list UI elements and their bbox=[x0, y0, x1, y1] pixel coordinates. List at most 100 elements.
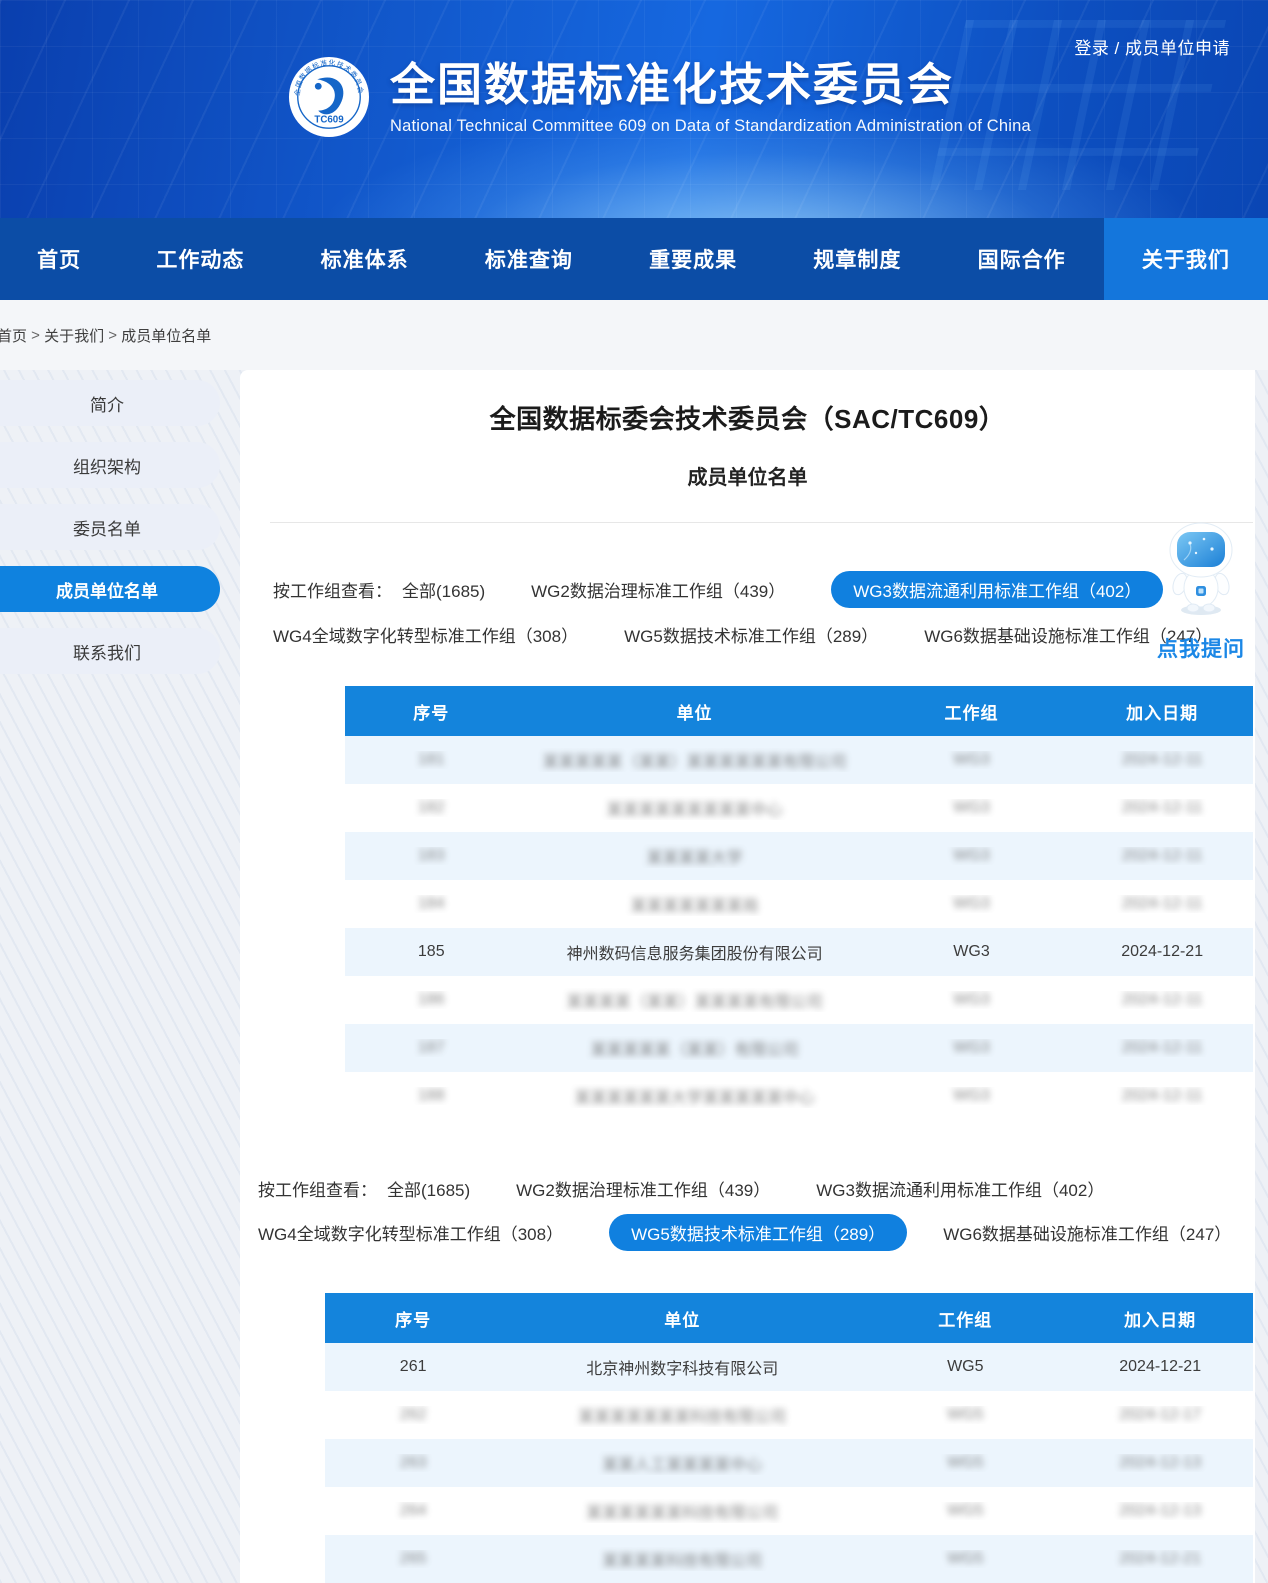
nav-item-1[interactable]: 工作动态 bbox=[118, 218, 282, 300]
cell-wg: WG5 bbox=[863, 1358, 1067, 1376]
cell-unit: 某某某某科技有限公司 bbox=[501, 1547, 863, 1571]
sections: 按工作组查看： 全部(1685) WG2数据治理标准工作组（439） WG3数据流通利… bbox=[240, 571, 1255, 1583]
breadcrumb-item-0[interactable]: 首页 bbox=[0, 325, 27, 346]
sidebar-item-3[interactable]: 成员单位名单 bbox=[0, 566, 220, 612]
filter-option[interactable]: 全部(1685) bbox=[402, 577, 485, 602]
logo-tc609-text: TC609 bbox=[314, 114, 344, 125]
cell-seq: 182 bbox=[345, 799, 518, 817]
nav-item-6[interactable]: 国际合作 bbox=[940, 218, 1104, 300]
cell-text: 某某某某某某某科技有限公司 bbox=[578, 1409, 786, 1426]
member-table-0: 序号单位工作组加入日期181某某某某某（某某）某某某某某某有限公司WG32024… bbox=[345, 686, 1253, 1120]
cell-date: 2024-12-21 bbox=[1067, 1550, 1253, 1568]
filter-option[interactable]: WG4全域数字化转型标准工作组（308） bbox=[258, 1220, 563, 1245]
cell-text: 某某某某（某某）某某某某有限公司 bbox=[567, 994, 823, 1011]
cell-text: 181 bbox=[418, 751, 445, 768]
table-row: 262某某某某某某某科技有限公司WG52024-12-17 bbox=[325, 1391, 1253, 1439]
sidebar-item-0[interactable]: 简介 bbox=[0, 380, 220, 426]
cell-text: 2024-12-11 bbox=[1122, 847, 1203, 864]
login-link[interactable]: 登录 / 成员单位申请 bbox=[1074, 34, 1230, 59]
filter-row-2: WG4全域数字化转型标准工作组（308） WG5数据技术标准工作组（289） WG6… bbox=[258, 1214, 1255, 1251]
cell-unit: 某某某某某某科技有限公司 bbox=[501, 1499, 863, 1523]
cell-text: 某某某某某（某某）某某某某某某有限公司 bbox=[543, 754, 847, 771]
filter-option[interactable]: WG3数据流通利用标准工作组（402） bbox=[816, 1176, 1104, 1201]
nav-item-0[interactable]: 首页 bbox=[0, 218, 118, 300]
breadcrumb-separator: > bbox=[27, 327, 44, 344]
cell-wg: WG3 bbox=[872, 1039, 1072, 1057]
cell-seq: 185 bbox=[345, 943, 518, 961]
table-row: 183某某某某大学WG32024-12-11 bbox=[345, 832, 1253, 880]
cell-wg: WG5 bbox=[863, 1454, 1067, 1472]
cell-text: 某某某某某某科技有限公司 bbox=[586, 1505, 778, 1522]
sidebar-item-1[interactable]: 组织架构 bbox=[0, 442, 220, 488]
breadcrumb-item-2[interactable]: 成员单位名单 bbox=[121, 325, 211, 346]
filter-row-2: WG4全域数字化转型标准工作组（308）WG5数据技术标准工作组（289）WG6… bbox=[273, 618, 1255, 650]
cell-text: 183 bbox=[418, 847, 445, 864]
nav-item-5[interactable]: 规章制度 bbox=[775, 218, 939, 300]
cell-wg: WG5 bbox=[863, 1550, 1067, 1568]
assistant-widget[interactable]: 点我提问 bbox=[1151, 522, 1251, 663]
table-row: 261北京神州数字科技有限公司WG52024-12-21 bbox=[325, 1343, 1253, 1391]
cell-date: 2024-12-11 bbox=[1071, 991, 1253, 1009]
sidebar-item-4[interactable]: 联系我们 bbox=[0, 628, 220, 674]
robot-mascot-icon[interactable] bbox=[1160, 522, 1242, 618]
cell-text: 2024-12-13 bbox=[1119, 1454, 1201, 1471]
cell-date: 2024-12-11 bbox=[1071, 799, 1253, 817]
cell-wg: WG3 bbox=[872, 751, 1072, 769]
nav-item-3[interactable]: 标准查询 bbox=[447, 218, 611, 300]
filter-option[interactable]: WG4全域数字化转型标准工作组（308） bbox=[273, 622, 578, 647]
cell-text: 265 bbox=[400, 1550, 427, 1567]
filter-row-1: 按工作组查看： 全部(1685) WG2数据治理标准工作组（439） WG3数据流通利… bbox=[273, 571, 1255, 608]
cell-date: 2024-12-11 bbox=[1071, 847, 1253, 865]
cell-date: 2024-12-21 bbox=[1071, 943, 1253, 961]
filter-option[interactable]: WG2数据治理标准工作组（439） bbox=[531, 577, 785, 602]
content-card: 全国数据标委会技术委员会（SAC/TC609） 成员单位名单 bbox=[240, 370, 1255, 1583]
sidebar-item-2[interactable]: 委员名单 bbox=[0, 504, 220, 550]
cell-text: WG3 bbox=[953, 1039, 989, 1056]
nav-item-7[interactable]: 关于我们 bbox=[1104, 218, 1268, 300]
cell-seq: 181 bbox=[345, 751, 518, 769]
cell-text: 2024-12-11 bbox=[1122, 895, 1203, 912]
main-nav: 首页工作动态标准体系标准查询重要成果规章制度国际合作关于我们 bbox=[0, 218, 1268, 300]
filter-group-label: 按工作组查看： bbox=[273, 577, 392, 602]
nav-item-2[interactable]: 标准体系 bbox=[283, 218, 447, 300]
table-row: 184某某某某某某某局WG32024-12-11 bbox=[345, 880, 1253, 928]
cell-unit: 某某某某（某某）某某某某有限公司 bbox=[518, 988, 872, 1012]
site-subtitle: National Technical Committee 609 on Data… bbox=[390, 117, 1031, 136]
filter-option[interactable]: 全部(1685) bbox=[387, 1176, 470, 1201]
nav-item-4[interactable]: 重要成果 bbox=[611, 218, 775, 300]
cell-unit: 某某某某某（某某）有限公司 bbox=[518, 1036, 872, 1060]
breadcrumb: 首页 > 关于我们 > 成员单位名单 bbox=[0, 300, 1268, 370]
filter-option[interactable]: WG5数据技术标准工作组（289） bbox=[609, 1214, 907, 1251]
cell-text: 188 bbox=[418, 1087, 445, 1104]
cell-unit: 某某某某大学 bbox=[518, 844, 872, 868]
cell-unit: 某某某某某某某局 bbox=[518, 892, 872, 916]
filter-option[interactable]: WG3数据流通利用标准工作组（402） bbox=[831, 571, 1163, 608]
member-section-0: 按工作组查看： 全部(1685) WG2数据治理标准工作组（439） WG3数据流通利… bbox=[240, 571, 1255, 1120]
cell-wg: WG3 bbox=[872, 1087, 1072, 1105]
cell-text: 2024-12-11 bbox=[1122, 1087, 1203, 1104]
cell-text: 2024-12-11 bbox=[1122, 751, 1203, 768]
cell-text: 2024-12-21 bbox=[1121, 943, 1203, 960]
filter-option[interactable]: WG6数据基础设施标准工作组（247） bbox=[943, 1220, 1231, 1245]
filter-option[interactable]: WG5数据技术标准工作组（289） bbox=[624, 622, 878, 647]
cell-date: 2024-12-11 bbox=[1071, 1087, 1253, 1105]
page-body: 简介组织架构委员名单成员单位名单联系我们 全国数据标委会技术委员会（SAC/TC… bbox=[0, 370, 1268, 1583]
cell-text: 某某某某某某某局 bbox=[631, 898, 759, 915]
cell-text: WG3 bbox=[953, 799, 989, 816]
cell-text: 263 bbox=[400, 1454, 427, 1471]
page-subtitle: 成员单位名单 bbox=[240, 464, 1255, 492]
column-header: 工作组 bbox=[863, 1306, 1067, 1331]
cell-text: 北京神州数字科技有限公司 bbox=[586, 1361, 778, 1378]
table-row: 182某某某某某某某某某中心WG32024-12-11 bbox=[345, 784, 1253, 832]
breadcrumb-item-1[interactable]: 关于我们 bbox=[44, 325, 104, 346]
sidebar: 简介组织架构委员名单成员单位名单联系我们 bbox=[0, 380, 220, 690]
table-row: 265 某某某某科技有限公司WG52024-12-21 bbox=[325, 1535, 1253, 1583]
member-table-1: 序号单位工作组加入日期261北京神州数字科技有限公司WG52024-12-212… bbox=[325, 1293, 1253, 1583]
filter-option[interactable]: WG2数据治理标准工作组（439） bbox=[516, 1176, 770, 1201]
cell-seq: 261 bbox=[325, 1358, 501, 1376]
column-header: 序号 bbox=[345, 699, 518, 724]
committee-logo-icon: 全国数据标准化技术委员会 TC609 bbox=[288, 56, 370, 138]
assistant-label[interactable]: 点我提问 bbox=[1151, 633, 1251, 663]
cell-text: 2024-12-11 bbox=[1122, 799, 1203, 816]
column-header: 工作组 bbox=[872, 699, 1072, 724]
